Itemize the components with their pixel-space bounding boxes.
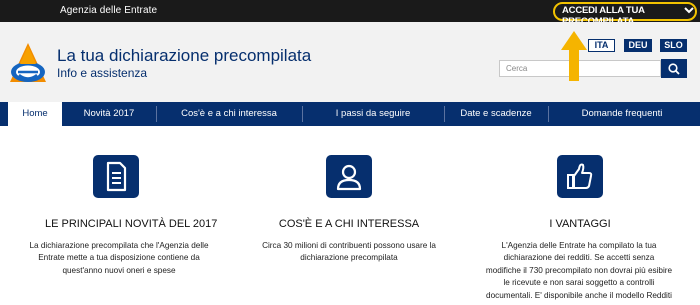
- nav-divider: [548, 106, 549, 122]
- novita-card-icon-box[interactable]: [93, 155, 139, 198]
- language-deu[interactable]: DEU: [624, 39, 652, 52]
- nav-novita-2017[interactable]: Novità 2017: [66, 102, 152, 126]
- site-subtitle: Info e assistenza: [57, 66, 148, 80]
- card-text-line: documentali. E' disponibile anche il mod…: [486, 290, 672, 300]
- card-text-line: La dichiarazione precompilata che l'Agen…: [29, 241, 209, 250]
- language-slo[interactable]: SLO: [660, 39, 687, 52]
- nav-divider: [444, 106, 445, 122]
- cose-card-icon-box[interactable]: [326, 155, 372, 198]
- nav-domande-frequenti[interactable]: Domande frequenti: [552, 102, 692, 126]
- nav-divider: [156, 106, 157, 122]
- card-text-line: L'Agenzia delle Entrate ha compilato la …: [501, 241, 657, 250]
- vantaggi-card-title[interactable]: I VANTAGGI: [540, 218, 620, 230]
- novita-card-text: La dichiarazione precompilata che l'Agen…: [5, 240, 233, 277]
- search-button[interactable]: [661, 59, 687, 78]
- vantaggi-card-icon-box[interactable]: [557, 155, 603, 198]
- agenzia-logo[interactable]: [8, 42, 48, 86]
- nav-home[interactable]: Home: [8, 102, 62, 126]
- card-text-line: Circa 30 milioni di contribuenti possono…: [262, 241, 436, 250]
- card-text-line: Entrate mette a tua disposizione contien…: [38, 253, 200, 263]
- search-icon: [668, 63, 680, 75]
- card-text-line: quest'anno nuovi oneri e spese: [62, 265, 176, 275]
- cose-card-text: Circa 30 milioni di contribuenti possono…: [240, 240, 458, 265]
- nav-cose-e-a-chi-interessa[interactable]: Cos'è e a chi interessa: [160, 102, 298, 126]
- nav-date-e-scadenze[interactable]: Date e scadenze: [448, 102, 544, 126]
- agency-link[interactable]: Agenzia delle Entrate: [60, 5, 157, 16]
- main-nav: Home Novità 2017 Cos'è e a chi interessa…: [0, 102, 700, 126]
- document-icon: [106, 161, 127, 192]
- nav-divider: [302, 106, 303, 122]
- cose-card-title[interactable]: COS'È E A CHI INTERESSA: [278, 218, 420, 230]
- novita-card-title[interactable]: LE PRINCIPALI NOVITÀ DEL 2017: [45, 218, 217, 230]
- top-bar: Agenzia delle Entrate ACCEDI ALLA TUA PR…: [0, 0, 700, 27]
- chevron-down-icon[interactable]: [684, 5, 694, 15]
- thumbs-up-icon: [567, 163, 593, 189]
- user-icon: [336, 164, 362, 191]
- vantaggi-card-text: L'Agenzia delle Entrate ha compilato la …: [468, 240, 690, 302]
- nav-i-passi-da-seguire[interactable]: I passi da seguire: [306, 102, 440, 126]
- language-ita[interactable]: ITA: [588, 39, 615, 52]
- card-text-line: dichiarazione dei redditi. Se accetti se…: [503, 253, 655, 263]
- card-text-line: dichiarazione precompilata: [300, 253, 398, 263]
- site-title[interactable]: La tua dichiarazione precompilata: [57, 46, 311, 66]
- card-text-line: modifiche il 730 precompilato non dovrai…: [485, 265, 673, 275]
- arrow-up-icon: [561, 31, 587, 81]
- card-text-line: le ricevute e non sarai soggetto a contr…: [503, 278, 655, 288]
